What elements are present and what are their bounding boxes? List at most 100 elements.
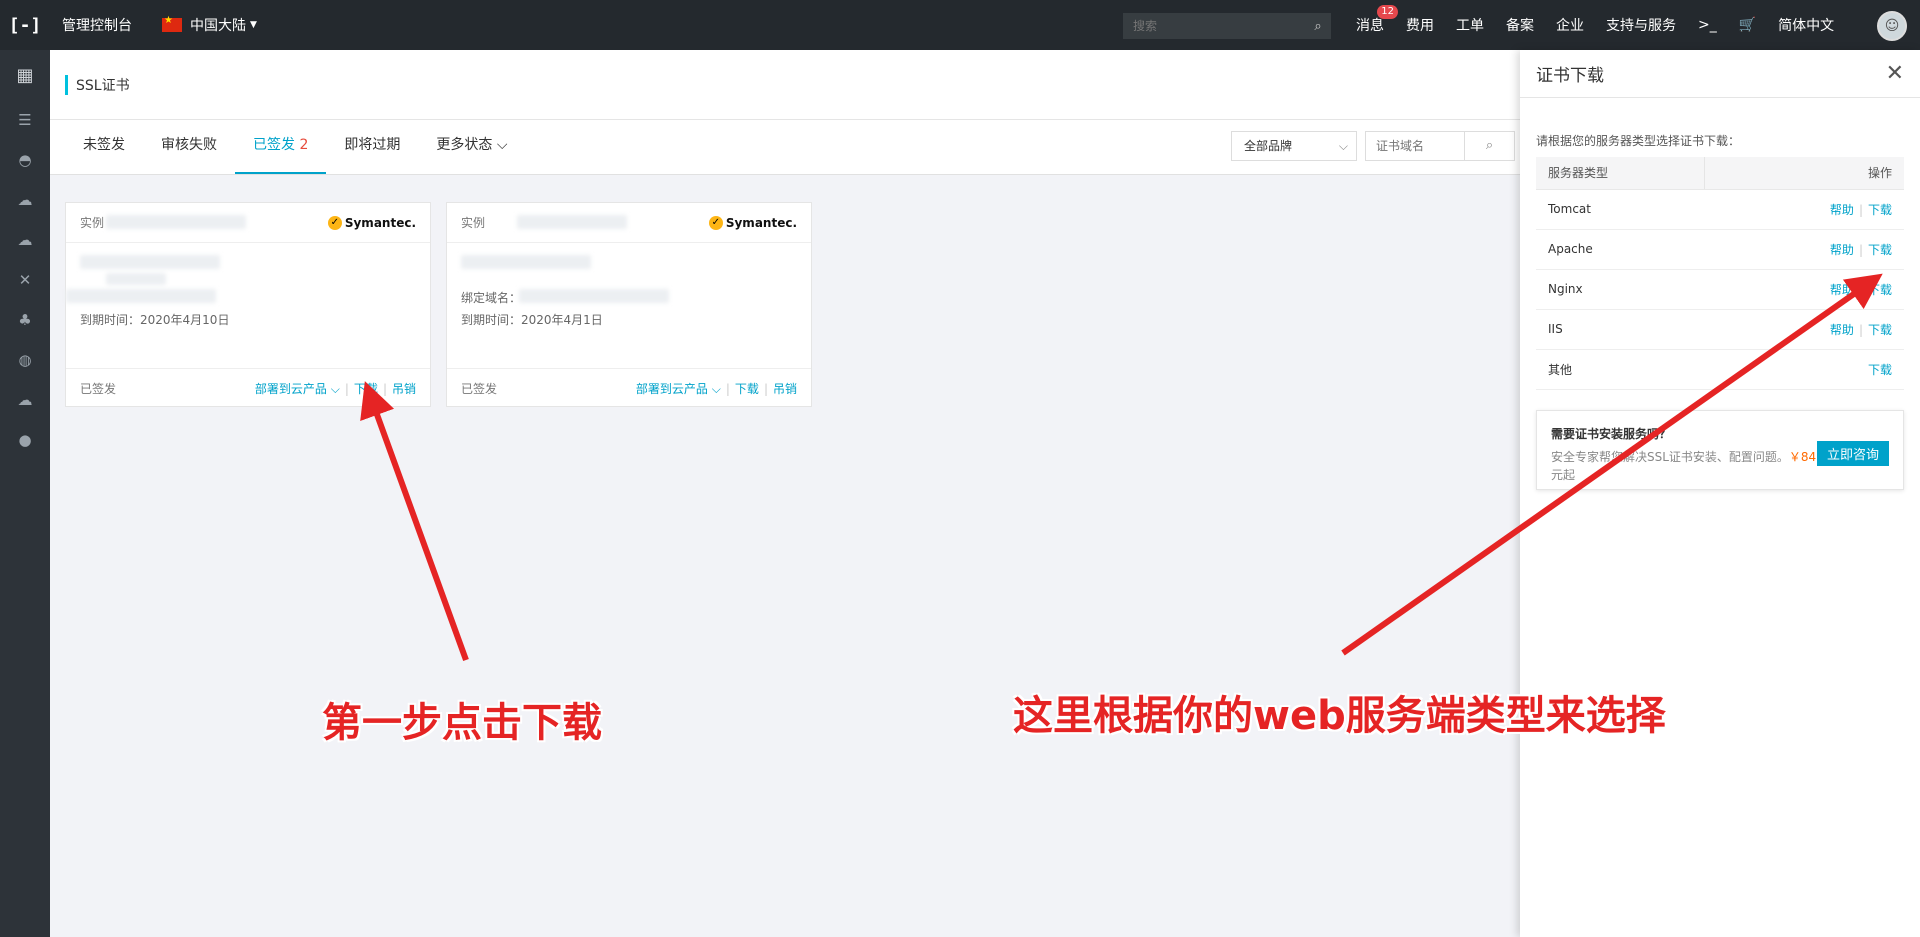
install-service-card: 需要证书安装服务吗？ 安全专家帮您解决SSL证书安装、配置问题。￥84 元起 立…: [1536, 409, 1904, 490]
top-nav: 消息 12 费用 工单 备案 企业 支持与服务 >_ 🛒 简体中文: [1356, 0, 1856, 50]
nav-tickets[interactable]: 工单: [1456, 15, 1484, 35]
consult-now-button[interactable]: 立即咨询: [1816, 440, 1889, 466]
cart-icon[interactable]: 🛒: [1739, 17, 1756, 33]
database-icon[interactable]: ◓: [0, 140, 50, 180]
certificate-card: 实例 ✓ Symantec. 绑定域名： 到期时间：2020年4月1日 已签发 部…: [446, 202, 812, 407]
nav-messages[interactable]: 消息 12: [1356, 5, 1398, 35]
download-link[interactable]: 下载: [1868, 243, 1892, 257]
top-bar: [-] 管理控制台 中国大陆 ▼ ⌕ 消息12 费用 工单 备案 企业 支持与服…: [0, 0, 1920, 50]
nav-icp[interactable]: 备案: [1506, 15, 1534, 35]
chevron-down-icon: ⌵: [496, 137, 508, 153]
card-actions: 部署到云产品 ⌵ | 下载 | 吊销: [635, 382, 797, 396]
deploy-link[interactable]: 部署到云产品 ⌵: [636, 382, 721, 396]
annotation-step2: 这里根据你的web服务端类型来选择: [1013, 693, 1666, 739]
tab-expiring[interactable]: 即将过期: [326, 119, 418, 174]
download-link[interactable]: 下载: [354, 382, 378, 396]
drawer-title: 证书下载: [1536, 66, 1604, 86]
search-icon[interactable]: ⌕: [1305, 19, 1331, 34]
nav-billing[interactable]: 费用: [1406, 15, 1434, 35]
cloud-sync-icon[interactable]: ☁: [0, 380, 50, 420]
title-accent-bar: [65, 74, 68, 95]
symantec-logo: ✓ Symantec.: [708, 215, 797, 230]
redacted-field: [461, 255, 591, 269]
download-link[interactable]: 下载: [1868, 323, 1892, 337]
expiry-date: 到期时间：2020年4月10日: [80, 313, 230, 327]
help-link[interactable]: 帮助: [1830, 203, 1854, 217]
card-header: 实例 ✓ Symantec.: [66, 203, 430, 243]
redacted-field: [519, 289, 669, 303]
instance-label: 实例: [461, 216, 486, 230]
globe-icon[interactable]: ◍: [0, 340, 50, 380]
aliyun-logo-icon[interactable]: [-]: [0, 0, 50, 50]
consult-desc-text: 安全专家帮您解决SSL证书安装、配置问题。: [1551, 449, 1789, 464]
drawer-header: 证书下载 ✕: [1520, 50, 1920, 98]
network-icon[interactable]: ✕: [0, 260, 50, 300]
left-sidebar: ▦ ☰ ◓ ☁ ☁ ✕ ♣ ◍ ☁ ●: [0, 50, 50, 937]
chevron-down-icon: ⌵: [1338, 139, 1348, 153]
circle-icon[interactable]: ●: [0, 420, 50, 460]
consult-price-suffix: 元起: [1551, 467, 1576, 482]
redacted-instance-id: [517, 215, 627, 229]
download-link[interactable]: 下载: [1868, 283, 1892, 297]
tab-review-failed[interactable]: 审核失败: [143, 119, 235, 174]
redacted-field: [80, 255, 220, 269]
chevron-down-icon: ⌵: [711, 382, 721, 396]
cloud-icon[interactable]: ☁: [0, 180, 50, 220]
checkmark-icon: ✓: [327, 215, 342, 230]
consult-description: 安全专家帮您解决SSL证书安装、配置问题。￥84 元起: [1551, 448, 1831, 484]
server-name: Tomcat: [1536, 189, 1705, 230]
redacted-field: [66, 289, 216, 303]
terminal-icon[interactable]: >_: [1698, 17, 1717, 33]
status-tabs: 未签发 审核失败 已签发 2 即将过期 更多状态 ⌵ 全部品牌 ⌵ ⌕: [50, 120, 1520, 175]
download-link[interactable]: 下载: [1868, 363, 1892, 377]
download-link[interactable]: 下载: [1868, 203, 1892, 217]
help-link[interactable]: 帮助: [1830, 323, 1854, 337]
tab-not-issued[interactable]: 未签发: [65, 119, 143, 174]
brand-select[interactable]: 全部品牌 ⌵: [1231, 131, 1357, 161]
status-label: 已签发: [461, 382, 498, 396]
close-icon[interactable]: ✕: [1886, 61, 1904, 86]
messages-badge: 12: [1377, 5, 1398, 19]
domain-search-button[interactable]: ⌕: [1465, 131, 1515, 161]
china-flag-icon: [162, 15, 182, 32]
column-header-actions: 操作: [1703, 157, 1904, 190]
download-link[interactable]: 下载: [735, 382, 759, 396]
user-avatar[interactable]: ☺: [1877, 11, 1907, 41]
annotation-step1: 第一步点击下载: [322, 700, 602, 746]
server-name: IIS: [1536, 309, 1705, 350]
card-footer: 已签发 部署到云产品 ⌵ | 下载 | 吊销: [66, 368, 430, 408]
console-title[interactable]: 管理控制台: [62, 15, 132, 35]
revoke-link[interactable]: 吊销: [392, 382, 416, 396]
domain-search-input[interactable]: [1365, 131, 1465, 161]
server-type-table: 服务器类型 操作 Tomcat 帮助 | 下载 Apache 帮助 | 下载 Nginx…: [1536, 157, 1904, 390]
symantec-logo: ✓ Symantec.: [327, 215, 416, 230]
revoke-link[interactable]: 吊销: [773, 382, 797, 396]
server-name: Apache: [1536, 229, 1705, 270]
cluster-icon[interactable]: ♣: [0, 300, 50, 340]
table-row: 其他 下载: [1536, 349, 1904, 390]
deploy-link[interactable]: 部署到云产品 ⌵: [255, 382, 340, 396]
help-link[interactable]: 帮助: [1830, 243, 1854, 257]
certificate-card: 实例 ✓ Symantec. 到期时间：2020年4月10日 已签发 部署到云产品…: [65, 202, 431, 407]
help-link[interactable]: 帮助: [1830, 283, 1854, 297]
table-row: Tomcat 帮助 | 下载: [1536, 189, 1904, 230]
bound-domain-label: 绑定域名：: [461, 291, 522, 305]
cloud-upload-icon[interactable]: ☁: [0, 220, 50, 260]
chevron-down-icon: ⌵: [330, 382, 340, 396]
tab-more-status[interactable]: 更多状态 ⌵: [418, 119, 525, 174]
top-search-input[interactable]: [1123, 19, 1305, 33]
certificate-download-drawer: 证书下载 ✕ 请根据您的服务器类型选择证书下载： 服务器类型 操作 Tomcat…: [1520, 50, 1920, 937]
instance-label: 实例: [80, 216, 105, 230]
server-icon[interactable]: ☰: [0, 100, 50, 140]
grid-menu-icon[interactable]: ▦: [0, 50, 50, 100]
deploy-label: 部署到云产品: [254, 382, 327, 396]
brand-text: Symantec.: [725, 215, 797, 230]
server-name: 其他: [1536, 349, 1705, 390]
expiry-date: 到期时间：2020年4月1日: [461, 313, 603, 327]
nav-enterprise[interactable]: 企业: [1556, 15, 1584, 35]
tab-issued[interactable]: 已签发 2: [235, 119, 327, 174]
nav-support[interactable]: 支持与服务: [1606, 15, 1676, 35]
drawer-tip: 请根据您的服务器类型选择证书下载：: [1536, 134, 1741, 148]
nav-language[interactable]: 简体中文: [1778, 15, 1834, 35]
region-selector[interactable]: 中国大陆 ▼: [162, 15, 257, 35]
